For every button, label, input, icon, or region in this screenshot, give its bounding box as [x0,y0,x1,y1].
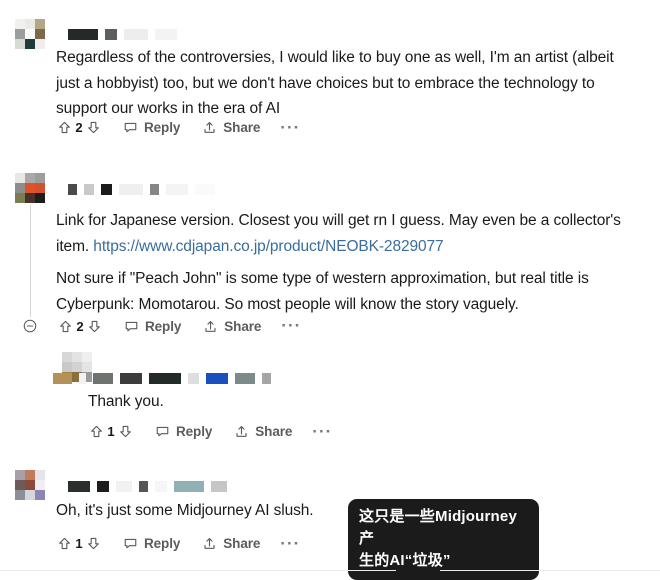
vote-score: 1 [107,424,115,439]
share-arrow-icon [202,536,217,551]
bottom-divider-left [0,570,396,571]
reply-button[interactable]: Reply [124,319,181,334]
upvote-arrow-icon[interactable] [57,536,72,551]
comment-3: Thank you. 1 Reply Share ··· [0,352,660,452]
comment-body: Thank you. [88,393,164,410]
username-redacted[interactable] [68,183,222,196]
vote-group: 1 [89,424,133,439]
reply-bubble-icon [123,120,138,135]
reply-bubble-icon [155,424,170,439]
share-button[interactable]: Share [202,536,260,551]
comment-body: Regardless of the controversies, I would… [56,49,614,117]
vote-group: 1 [57,536,101,551]
reply-button[interactable]: Reply [123,120,180,135]
reply-label: Reply [176,424,213,439]
comment-body-paragraph-1: Link for Japanese version. Closest you w… [56,208,634,259]
avatar[interactable] [15,173,45,203]
comment-2: Link for Japanese version. Closest you w… [0,170,660,350]
comment-1: Regardless of the controversies, I would… [0,0,660,155]
tooltip-line-1: 这只是一些Midjourney产 [359,508,518,547]
bottom-divider-right [440,570,660,571]
reply-label: Reply [144,120,181,135]
translation-tooltip[interactable]: 这只是一些Midjourney产 生的AI“垃圾” [348,499,539,580]
username-redacted[interactable] [68,480,234,493]
overflow-ellipsis-icon[interactable]: ··· [280,535,300,552]
reply-bubble-icon [123,536,138,551]
share-button[interactable]: Share [234,424,292,439]
comment-body: Oh, it's just some Midjourney AI slush. [56,502,314,519]
upvote-arrow-icon[interactable] [58,319,73,334]
share-arrow-icon [203,319,218,334]
downvote-arrow-icon[interactable] [86,536,101,551]
share-button[interactable]: Share [202,120,260,135]
comment-actions: 2 Reply Share ··· [57,119,300,136]
upvote-arrow-icon[interactable] [89,424,104,439]
reply-label: Reply [145,318,182,334]
collapse-minus-circle-icon[interactable] [22,318,38,334]
overflow-ellipsis-icon[interactable]: ··· [312,423,332,440]
reply-bubble-icon [124,319,139,334]
reply-button[interactable]: Reply [155,424,212,439]
vote-score: 2 [76,318,84,334]
comment-actions: 1 Reply Share ··· [57,535,300,552]
comment-actions: 2 Reply Share ··· [22,317,301,334]
comment-body-paragraph-2: Not sure if "Peach John" is some type of… [56,270,589,313]
reply-label: Reply [144,536,181,551]
avatar[interactable] [15,470,45,500]
vote-group: 2 [57,120,101,135]
avatar[interactable] [15,19,45,49]
downvote-arrow-icon[interactable] [118,424,133,439]
downvote-arrow-icon[interactable] [87,319,102,334]
share-button[interactable]: Share [203,319,261,334]
reply-button[interactable]: Reply [123,536,180,551]
share-label: Share [223,120,261,135]
share-label: Share [224,318,262,334]
username-redacted[interactable] [53,372,278,385]
share-label: Share [223,536,261,551]
username-redacted[interactable] [68,28,184,41]
tooltip-line-2: 生的AI“垃圾” [359,552,451,569]
share-label: Share [255,424,293,439]
comment-actions: 1 Reply Share ··· [89,423,332,440]
share-arrow-icon [202,120,217,135]
share-arrow-icon [234,424,249,439]
comment-4: Oh, it's just some Midjourney AI slush. … [0,466,660,576]
thread-collapse-line[interactable] [30,204,31,317]
overflow-ellipsis-icon[interactable]: ··· [280,119,300,136]
vote-group: 2 [58,319,102,334]
downvote-arrow-icon[interactable] [86,120,101,135]
comment-thread: Regardless of the controversies, I would… [0,0,660,580]
product-link[interactable]: https://www.cdjapan.co.jp/product/NEOBK-… [93,238,443,255]
upvote-arrow-icon[interactable] [57,120,72,135]
overflow-ellipsis-icon[interactable]: ··· [281,317,301,334]
vote-score: 1 [75,536,83,551]
vote-score: 2 [75,120,83,135]
